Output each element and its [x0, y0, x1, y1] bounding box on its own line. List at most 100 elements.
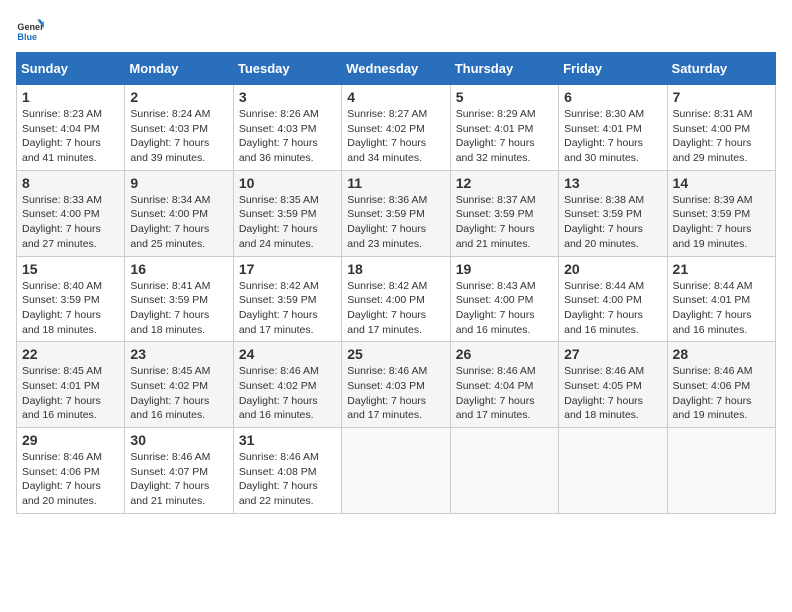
- sunrise-label: Sunrise: 8:31 AM: [673, 108, 753, 120]
- sunset-label: Sunset: 4:06 PM: [673, 380, 751, 392]
- calendar-cell: 7 Sunrise: 8:31 AM Sunset: 4:00 PM Dayli…: [667, 85, 775, 171]
- daylight-label: Daylight: 7 hours and 22 minutes.: [239, 480, 318, 507]
- header-day-wednesday: Wednesday: [342, 53, 450, 85]
- daylight-label: Daylight: 7 hours and 18 minutes.: [564, 395, 643, 422]
- sunrise-label: Sunrise: 8:23 AM: [22, 108, 102, 120]
- daylight-label: Daylight: 7 hours and 18 minutes.: [22, 309, 101, 336]
- week-row-3: 15 Sunrise: 8:40 AM Sunset: 3:59 PM Dayl…: [17, 256, 776, 342]
- calendar-cell: 16 Sunrise: 8:41 AM Sunset: 3:59 PM Dayl…: [125, 256, 233, 342]
- day-info: Sunrise: 8:46 AM Sunset: 4:06 PM Dayligh…: [22, 450, 119, 509]
- calendar-cell: 1 Sunrise: 8:23 AM Sunset: 4:04 PM Dayli…: [17, 85, 125, 171]
- sunset-label: Sunset: 4:00 PM: [22, 208, 100, 220]
- daylight-label: Daylight: 7 hours and 17 minutes.: [347, 395, 426, 422]
- sunset-label: Sunset: 4:05 PM: [564, 380, 642, 392]
- daylight-label: Daylight: 7 hours and 39 minutes.: [130, 137, 209, 164]
- day-info: Sunrise: 8:42 AM Sunset: 4:00 PM Dayligh…: [347, 279, 444, 338]
- day-number: 25: [347, 346, 444, 362]
- calendar-cell: 27 Sunrise: 8:46 AM Sunset: 4:05 PM Dayl…: [559, 342, 667, 428]
- sunset-label: Sunset: 4:02 PM: [130, 380, 208, 392]
- day-info: Sunrise: 8:37 AM Sunset: 3:59 PM Dayligh…: [456, 193, 553, 252]
- day-number: 18: [347, 261, 444, 277]
- sunrise-label: Sunrise: 8:46 AM: [130, 451, 210, 463]
- calendar-cell: 12 Sunrise: 8:37 AM Sunset: 3:59 PM Dayl…: [450, 170, 558, 256]
- calendar-cell: [559, 428, 667, 514]
- sunrise-label: Sunrise: 8:45 AM: [130, 365, 210, 377]
- sunset-label: Sunset: 4:03 PM: [347, 380, 425, 392]
- logo: General Blue: [16, 16, 44, 44]
- calendar-cell: 30 Sunrise: 8:46 AM Sunset: 4:07 PM Dayl…: [125, 428, 233, 514]
- day-number: 6: [564, 89, 661, 105]
- day-number: 20: [564, 261, 661, 277]
- daylight-label: Daylight: 7 hours and 29 minutes.: [673, 137, 752, 164]
- calendar-cell: 28 Sunrise: 8:46 AM Sunset: 4:06 PM Dayl…: [667, 342, 775, 428]
- sunset-label: Sunset: 4:00 PM: [673, 123, 751, 135]
- week-row-2: 8 Sunrise: 8:33 AM Sunset: 4:00 PM Dayli…: [17, 170, 776, 256]
- day-info: Sunrise: 8:46 AM Sunset: 4:08 PM Dayligh…: [239, 450, 336, 509]
- day-number: 5: [456, 89, 553, 105]
- sunrise-label: Sunrise: 8:44 AM: [564, 280, 644, 292]
- sunrise-label: Sunrise: 8:36 AM: [347, 194, 427, 206]
- calendar-cell: [342, 428, 450, 514]
- sunrise-label: Sunrise: 8:44 AM: [673, 280, 753, 292]
- day-number: 7: [673, 89, 770, 105]
- sunset-label: Sunset: 3:59 PM: [239, 294, 317, 306]
- daylight-label: Daylight: 7 hours and 16 minutes.: [564, 309, 643, 336]
- day-info: Sunrise: 8:44 AM Sunset: 4:01 PM Dayligh…: [673, 279, 770, 338]
- day-number: 26: [456, 346, 553, 362]
- daylight-label: Daylight: 7 hours and 17 minutes.: [239, 309, 318, 336]
- sunrise-label: Sunrise: 8:46 AM: [456, 365, 536, 377]
- day-info: Sunrise: 8:38 AM Sunset: 3:59 PM Dayligh…: [564, 193, 661, 252]
- day-number: 29: [22, 432, 119, 448]
- sunrise-label: Sunrise: 8:42 AM: [239, 280, 319, 292]
- header-day-friday: Friday: [559, 53, 667, 85]
- day-number: 19: [456, 261, 553, 277]
- day-number: 3: [239, 89, 336, 105]
- day-number: 1: [22, 89, 119, 105]
- day-number: 24: [239, 346, 336, 362]
- sunrise-label: Sunrise: 8:29 AM: [456, 108, 536, 120]
- sunset-label: Sunset: 3:59 PM: [673, 208, 751, 220]
- daylight-label: Daylight: 7 hours and 23 minutes.: [347, 223, 426, 250]
- calendar-cell: 2 Sunrise: 8:24 AM Sunset: 4:03 PM Dayli…: [125, 85, 233, 171]
- calendar-cell: 13 Sunrise: 8:38 AM Sunset: 3:59 PM Dayl…: [559, 170, 667, 256]
- sunset-label: Sunset: 4:00 PM: [347, 294, 425, 306]
- day-number: 14: [673, 175, 770, 191]
- calendar-cell: 10 Sunrise: 8:35 AM Sunset: 3:59 PM Dayl…: [233, 170, 341, 256]
- sunset-label: Sunset: 3:59 PM: [239, 208, 317, 220]
- sunset-label: Sunset: 4:07 PM: [130, 466, 208, 478]
- daylight-label: Daylight: 7 hours and 21 minutes.: [456, 223, 535, 250]
- sunset-label: Sunset: 4:00 PM: [130, 208, 208, 220]
- sunrise-label: Sunrise: 8:46 AM: [239, 451, 319, 463]
- day-number: 13: [564, 175, 661, 191]
- daylight-label: Daylight: 7 hours and 41 minutes.: [22, 137, 101, 164]
- sunrise-label: Sunrise: 8:41 AM: [130, 280, 210, 292]
- daylight-label: Daylight: 7 hours and 19 minutes.: [673, 395, 752, 422]
- sunset-label: Sunset: 4:02 PM: [347, 123, 425, 135]
- day-info: Sunrise: 8:46 AM Sunset: 4:07 PM Dayligh…: [130, 450, 227, 509]
- sunset-label: Sunset: 4:01 PM: [456, 123, 534, 135]
- day-number: 27: [564, 346, 661, 362]
- calendar-cell: 26 Sunrise: 8:46 AM Sunset: 4:04 PM Dayl…: [450, 342, 558, 428]
- day-number: 28: [673, 346, 770, 362]
- day-info: Sunrise: 8:35 AM Sunset: 3:59 PM Dayligh…: [239, 193, 336, 252]
- calendar-cell: 6 Sunrise: 8:30 AM Sunset: 4:01 PM Dayli…: [559, 85, 667, 171]
- sunrise-label: Sunrise: 8:39 AM: [673, 194, 753, 206]
- week-row-4: 22 Sunrise: 8:45 AM Sunset: 4:01 PM Dayl…: [17, 342, 776, 428]
- calendar-cell: [450, 428, 558, 514]
- sunrise-label: Sunrise: 8:30 AM: [564, 108, 644, 120]
- day-number: 9: [130, 175, 227, 191]
- daylight-label: Daylight: 7 hours and 32 minutes.: [456, 137, 535, 164]
- daylight-label: Daylight: 7 hours and 34 minutes.: [347, 137, 426, 164]
- sunrise-label: Sunrise: 8:46 AM: [673, 365, 753, 377]
- header-day-sunday: Sunday: [17, 53, 125, 85]
- daylight-label: Daylight: 7 hours and 16 minutes.: [22, 395, 101, 422]
- sunset-label: Sunset: 4:01 PM: [22, 380, 100, 392]
- day-info: Sunrise: 8:36 AM Sunset: 3:59 PM Dayligh…: [347, 193, 444, 252]
- calendar-cell: 19 Sunrise: 8:43 AM Sunset: 4:00 PM Dayl…: [450, 256, 558, 342]
- sunset-label: Sunset: 3:59 PM: [347, 208, 425, 220]
- sunset-label: Sunset: 3:59 PM: [22, 294, 100, 306]
- daylight-label: Daylight: 7 hours and 27 minutes.: [22, 223, 101, 250]
- sunrise-label: Sunrise: 8:37 AM: [456, 194, 536, 206]
- day-info: Sunrise: 8:46 AM Sunset: 4:02 PM Dayligh…: [239, 364, 336, 423]
- calendar-cell: [667, 428, 775, 514]
